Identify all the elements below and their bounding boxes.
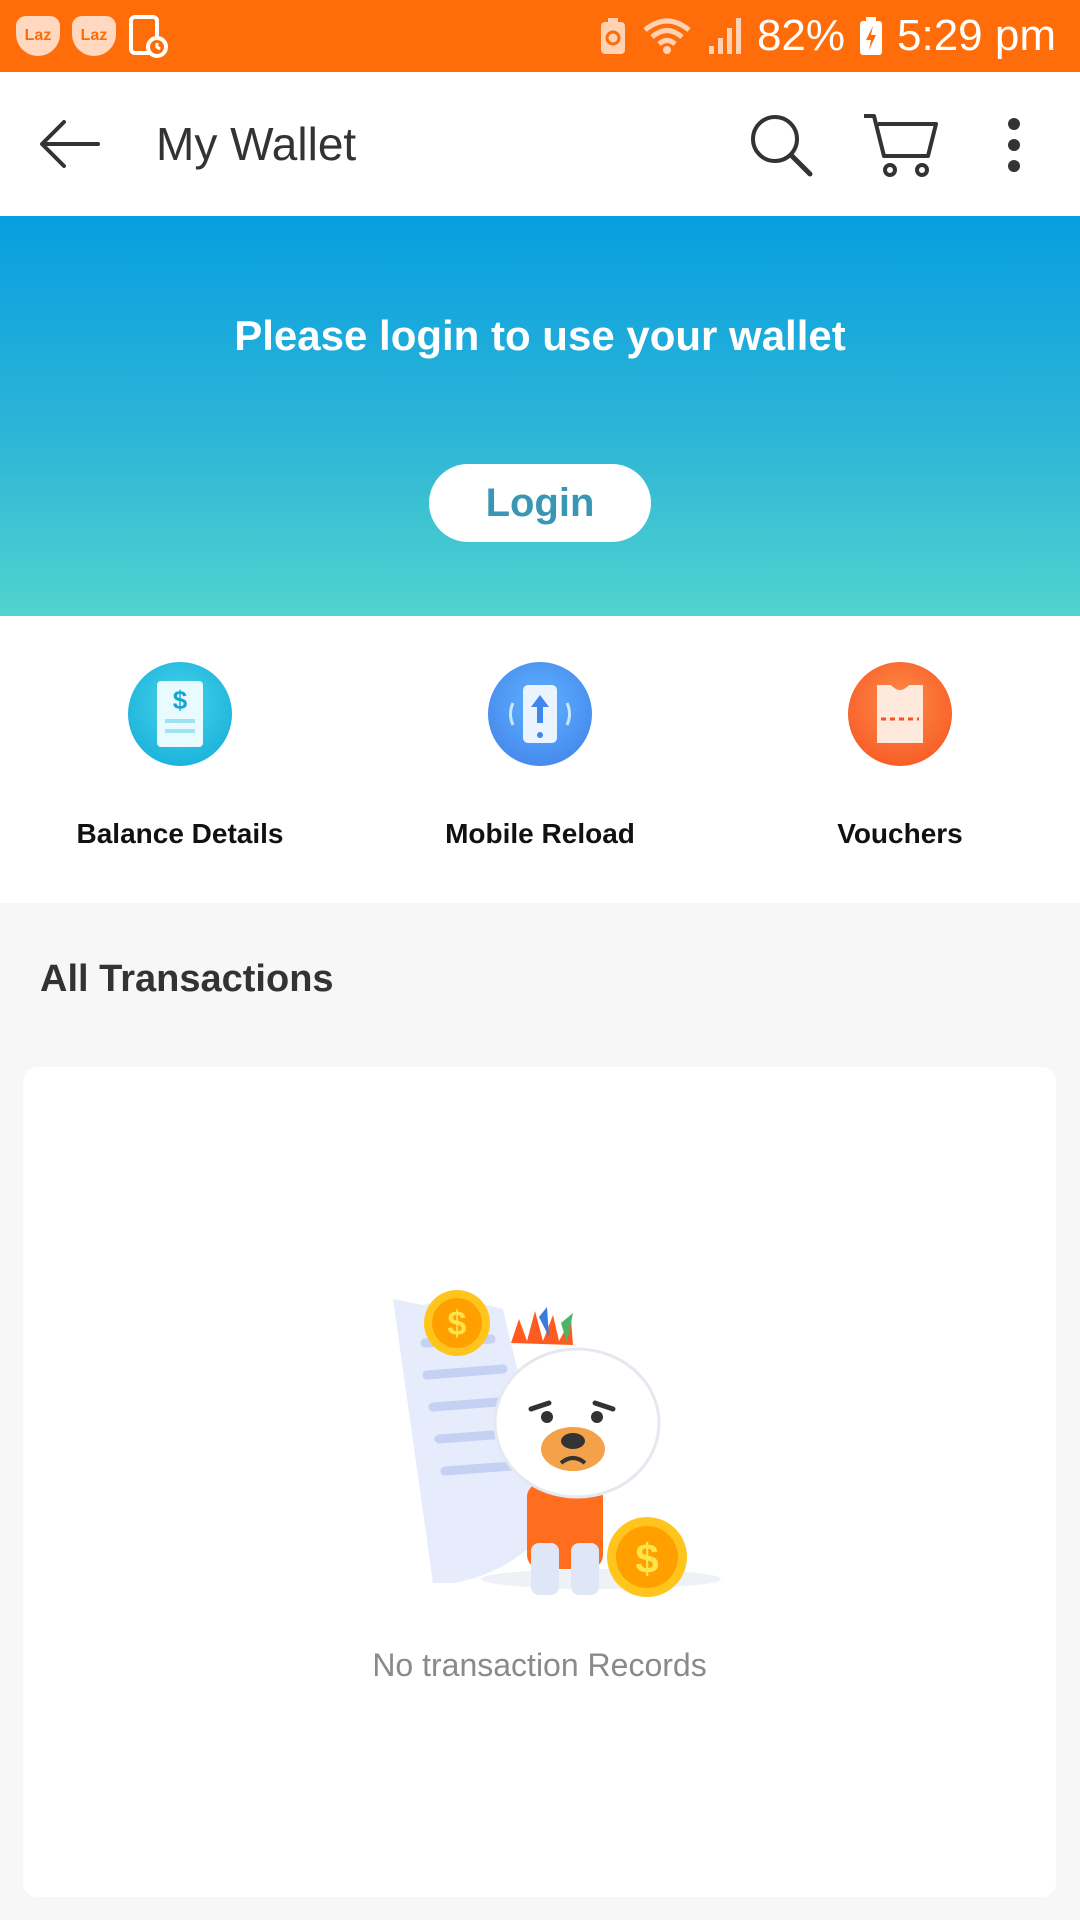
app-bar: My Wallet	[0, 72, 1080, 217]
battery-charging-icon	[860, 17, 883, 55]
page-title: My Wallet	[156, 118, 357, 170]
vouchers-action[interactable]: Vouchers	[720, 662, 1080, 862]
login-button[interactable]: Login	[429, 464, 651, 542]
clock: 5:29 pm	[897, 11, 1056, 60]
mobile-reload-icon	[488, 662, 592, 766]
status-bar-notifications: Laz Laz	[16, 14, 168, 58]
vouchers-label: Vouchers	[837, 818, 963, 849]
login-prompt: Please login to use your wallet	[234, 312, 846, 359]
recycle-icon	[600, 18, 625, 54]
battery-percentage: 82%	[756, 11, 846, 60]
mobile-reload-action[interactable]: Mobile Reload	[360, 662, 720, 862]
laz-badge-text: Laz	[24, 27, 52, 44]
empty-state-text: No transaction Records	[372, 1647, 707, 1683]
wifi-icon	[643, 18, 691, 54]
svg-text:$: $	[448, 1305, 467, 1343]
status-bar: Laz Laz 82% 5:29 pm	[0, 0, 1080, 72]
login-banner: Please login to use your wallet Login	[0, 216, 1080, 616]
status-bar-system: 82% 5:29 pm	[599, 0, 1056, 72]
signal-icon	[708, 18, 741, 54]
transactions-title: All Transactions	[40, 958, 334, 1000]
svg-text:$: $	[173, 685, 188, 715]
balance-details-label: Balance Details	[76, 818, 284, 849]
svg-text:$: $	[635, 1535, 658, 1582]
transactions-card: $ $ No transaction Records	[23, 1067, 1056, 1897]
voucher-icon	[848, 662, 952, 766]
balance-details-icon: $	[128, 662, 232, 766]
quick-actions: $ Balance Details Mobile Reload Vouchers	[0, 616, 1080, 903]
laz-badge-text: Laz	[80, 27, 108, 44]
empty-state-illustration: $ $	[393, 1290, 721, 1597]
lazada-notification-icon: Laz	[72, 16, 116, 56]
cart-icon[interactable]	[862, 110, 940, 180]
more-vertical-icon[interactable]	[994, 110, 1034, 180]
search-icon[interactable]	[746, 110, 816, 180]
screenshot-notification-icon	[129, 15, 168, 58]
lazada-notification-icon: Laz	[16, 16, 60, 56]
mobile-reload-label: Mobile Reload	[445, 818, 635, 849]
balance-details-action[interactable]: $ Balance Details	[0, 662, 360, 862]
back-arrow-icon[interactable]	[36, 112, 106, 176]
